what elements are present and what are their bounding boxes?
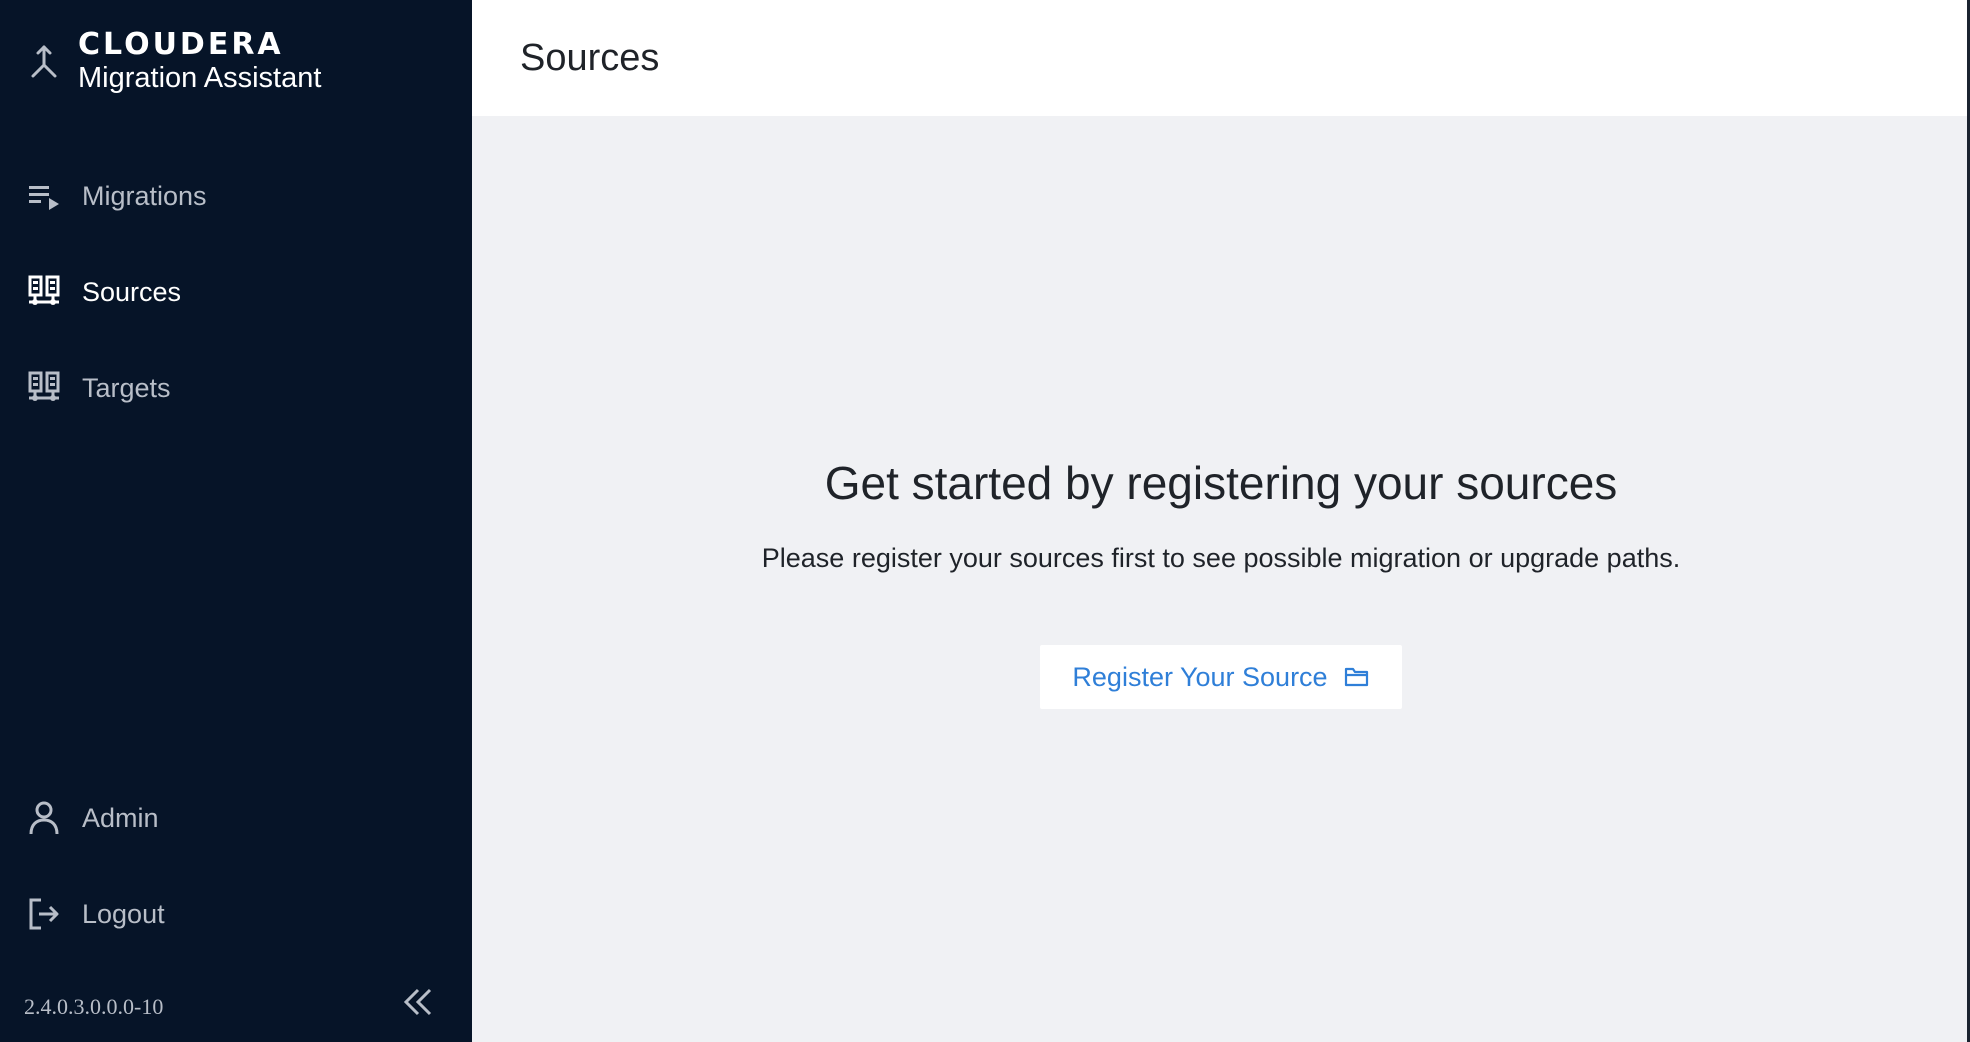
sidebar: CLOUDERA Migration Assistant Migrations: [0, 0, 472, 1042]
empty-state: Get started by registering your sources …: [472, 455, 1970, 709]
sidebar-item-label: Migrations: [82, 180, 207, 211]
register-source-button[interactable]: Register Your Source: [1040, 645, 1402, 709]
sidebar-item-admin[interactable]: Admin: [0, 770, 472, 866]
playlist-play-icon: [26, 178, 62, 214]
collapse-sidebar-button[interactable]: [398, 984, 438, 1024]
app-root: CLOUDERA Migration Assistant Migrations: [0, 0, 1970, 1042]
sidebar-item-label: Admin: [82, 802, 159, 833]
version-label: 2.4.0.3.0.0.0-10: [24, 994, 164, 1019]
sidebar-item-label: Logout: [82, 898, 165, 929]
sidebar-item-migrations[interactable]: Migrations: [0, 148, 472, 244]
brand-text: CLOUDERA Migration Assistant: [78, 27, 322, 95]
sidebar-item-label: Sources: [82, 276, 182, 307]
sidebar-item-targets[interactable]: Targets: [0, 340, 472, 436]
page-title: Sources: [520, 36, 660, 79]
brand-subtitle: Migration Assistant: [78, 62, 322, 94]
sidebar-item-sources[interactable]: Sources: [0, 244, 472, 340]
brand[interactable]: CLOUDERA Migration Assistant: [26, 26, 321, 96]
sidebar-nav: Migrations Sources Targets: [0, 148, 472, 436]
cluster-icon: [26, 274, 62, 310]
merge-arrow-icon: [26, 43, 62, 79]
cluster-icon: [26, 370, 62, 406]
page-header: Sources: [472, 0, 1970, 116]
brand-name: CLOUDERA: [78, 27, 284, 62]
sidebar-bottom-nav: Admin Logout: [0, 770, 472, 962]
logout-icon: [26, 896, 62, 932]
sidebar-item-label: Targets: [82, 372, 171, 403]
register-source-label: Register Your Source: [1072, 661, 1328, 692]
double-chevron-left-icon: [402, 986, 434, 1023]
user-icon: [26, 800, 62, 836]
empty-state-description: Please register your sources first to se…: [761, 543, 1681, 573]
sidebar-item-logout[interactable]: Logout: [0, 866, 472, 962]
folder-icon: [1344, 664, 1370, 690]
main-content: Sources Get started by registering your …: [472, 0, 1970, 1042]
empty-state-title: Get started by registering your sources: [824, 457, 1618, 509]
